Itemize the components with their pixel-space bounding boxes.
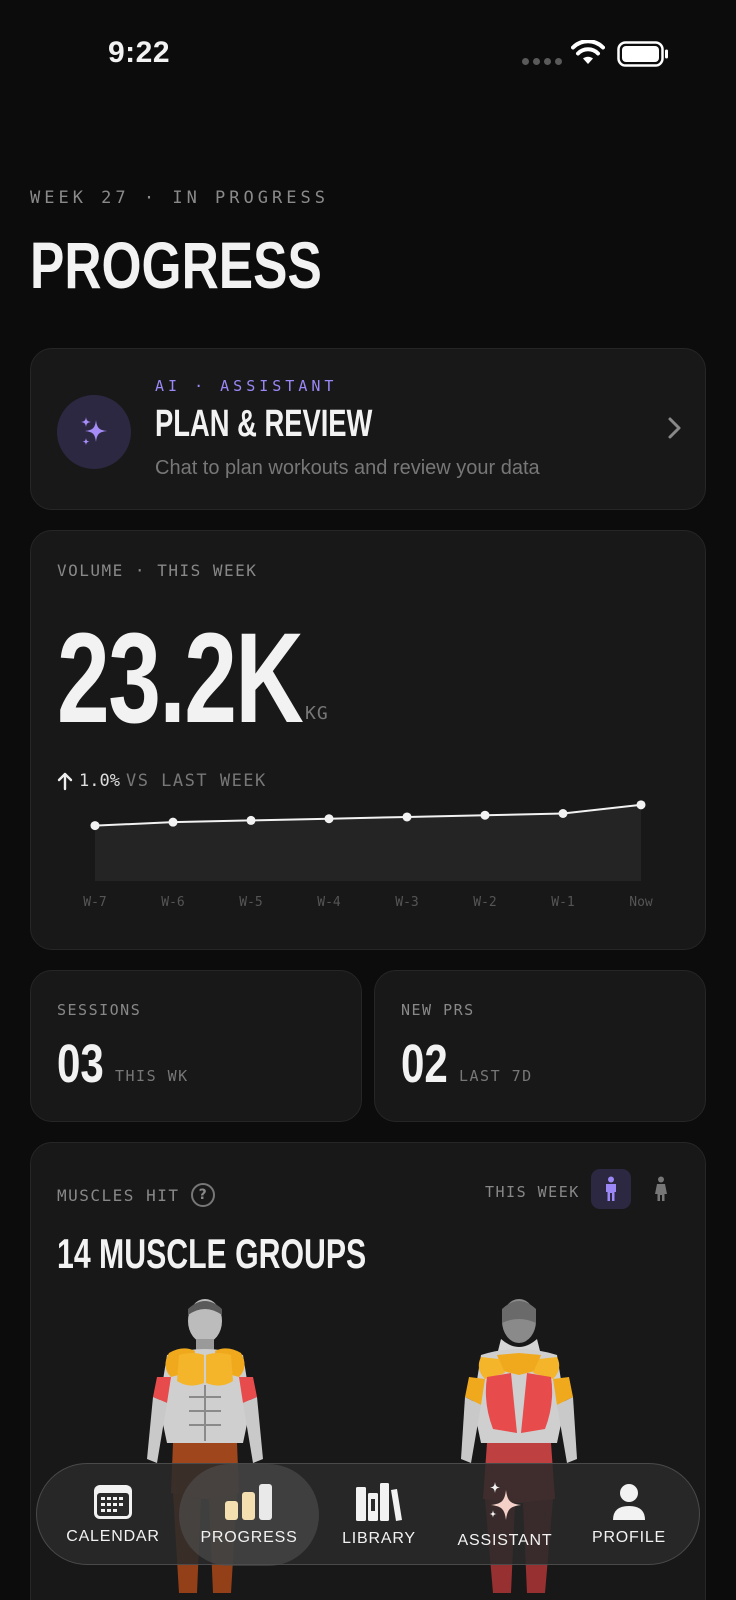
chart-point: [90, 821, 100, 831]
muscles-label: MUSCLES HIT ?: [57, 1183, 216, 1207]
tab-profile[interactable]: PROFILE: [559, 1464, 699, 1566]
volume-chart: W-7 W-6 W-5 W-4 W-3 W-2 W-1 Now: [83, 800, 653, 910]
stat-label: NEW PRS: [401, 1001, 475, 1019]
ai-card-description: Chat to plan workouts and review your da…: [155, 457, 540, 479]
library-icon: [356, 1483, 402, 1521]
ai-card-title: PLAN & REVIEW: [155, 403, 373, 445]
stat-label: SESSIONS: [57, 1001, 142, 1019]
chart-point: [480, 810, 490, 820]
bar-chart-icon: [225, 1484, 272, 1520]
arrow-up-icon: [57, 772, 73, 791]
tab-label: CALENDAR: [66, 1528, 160, 1545]
volume-delta: 1.0% VS LAST WEEK: [57, 771, 267, 791]
person-front-icon: [606, 1176, 616, 1201]
front-view-toggle[interactable]: [591, 1169, 631, 1209]
signal-dots-icon: [522, 58, 562, 65]
chart-tick-label: W-5: [239, 895, 262, 910]
tab-label: PROFILE: [591, 1529, 667, 1546]
person-icon: [613, 1484, 645, 1520]
help-icon[interactable]: ?: [191, 1183, 216, 1207]
sparkles-icon: [489, 1482, 521, 1520]
week-status: WEEK 27 · IN PROGRESS: [30, 188, 329, 208]
chart-tick-label: W-7: [83, 895, 106, 910]
page-title: PROGRESS: [30, 228, 322, 302]
delta-percent: 1.0%: [79, 771, 120, 791]
stat-unit: LAST 7D: [459, 1067, 533, 1085]
chart-tick-label: W-3: [395, 895, 418, 910]
chart-point: [402, 812, 412, 822]
chart-point: [168, 817, 178, 827]
delta-label: VS LAST WEEK: [125, 771, 267, 791]
tab-calendar[interactable]: CALENDAR: [43, 1464, 183, 1566]
tab-bar: CALENDAR PROGRESS LIBRARY ASSISTANT PROF…: [36, 1463, 700, 1566]
chart-point: [246, 815, 256, 825]
chart-tick-label: W-6: [161, 895, 184, 910]
stat-value: 02: [401, 1034, 448, 1094]
tab-progress[interactable]: PROGRESS: [179, 1464, 319, 1566]
muscles-title: 14 MUSCLE GROUPS: [57, 1230, 367, 1277]
calendar-icon: [94, 1485, 132, 1519]
ai-assistant-card[interactable]: AI · ASSISTANT PLAN & REVIEW Chat to pla…: [30, 348, 706, 510]
chart-tick-label: W-1: [551, 895, 574, 910]
volume-value: 23.2K: [57, 607, 304, 750]
ai-eyebrow: AI · ASSISTANT: [155, 377, 338, 395]
status-time: 9:22: [108, 36, 171, 69]
chart-point: [324, 814, 334, 824]
sessions-card: SESSIONS 03 THIS WK: [30, 970, 362, 1122]
back-view-toggle[interactable]: [641, 1169, 681, 1209]
muscles-label-text: MUSCLES HIT: [57, 1185, 180, 1205]
chart-point: [636, 800, 646, 810]
chart-area: [95, 804, 641, 881]
tab-label: LIBRARY: [342, 1530, 416, 1547]
chart-tick-label: W-2: [473, 895, 496, 910]
battery-icon: [617, 41, 668, 67]
volume-label: VOLUME · THIS WEEK: [57, 561, 258, 580]
stat-value: 03: [57, 1034, 104, 1094]
tab-label: PROGRESS: [200, 1529, 298, 1546]
chart-tick-label: Now: [629, 895, 653, 910]
chevron-right-icon: [668, 417, 681, 439]
stat-unit: THIS WK: [115, 1067, 189, 1085]
tab-label: ASSISTANT: [457, 1532, 553, 1549]
chart-point: [558, 809, 568, 818]
chart-tick-label: W-4: [317, 895, 341, 910]
person-back-icon: [655, 1176, 667, 1201]
volume-unit: KG: [305, 703, 329, 724]
tab-assistant[interactable]: ASSISTANT: [435, 1464, 575, 1566]
new-prs-card: NEW PRS 02 LAST 7D: [374, 970, 706, 1122]
tab-library[interactable]: LIBRARY: [309, 1464, 449, 1566]
wifi-icon: [571, 40, 605, 64]
volume-card: VOLUME · THIS WEEK 23.2K KG 1.0% VS LAST…: [30, 530, 706, 950]
muscles-period[interactable]: THIS WEEK: [485, 1183, 580, 1201]
sparkles-icon: [57, 395, 131, 469]
status-bar: 9:22: [0, 0, 736, 110]
